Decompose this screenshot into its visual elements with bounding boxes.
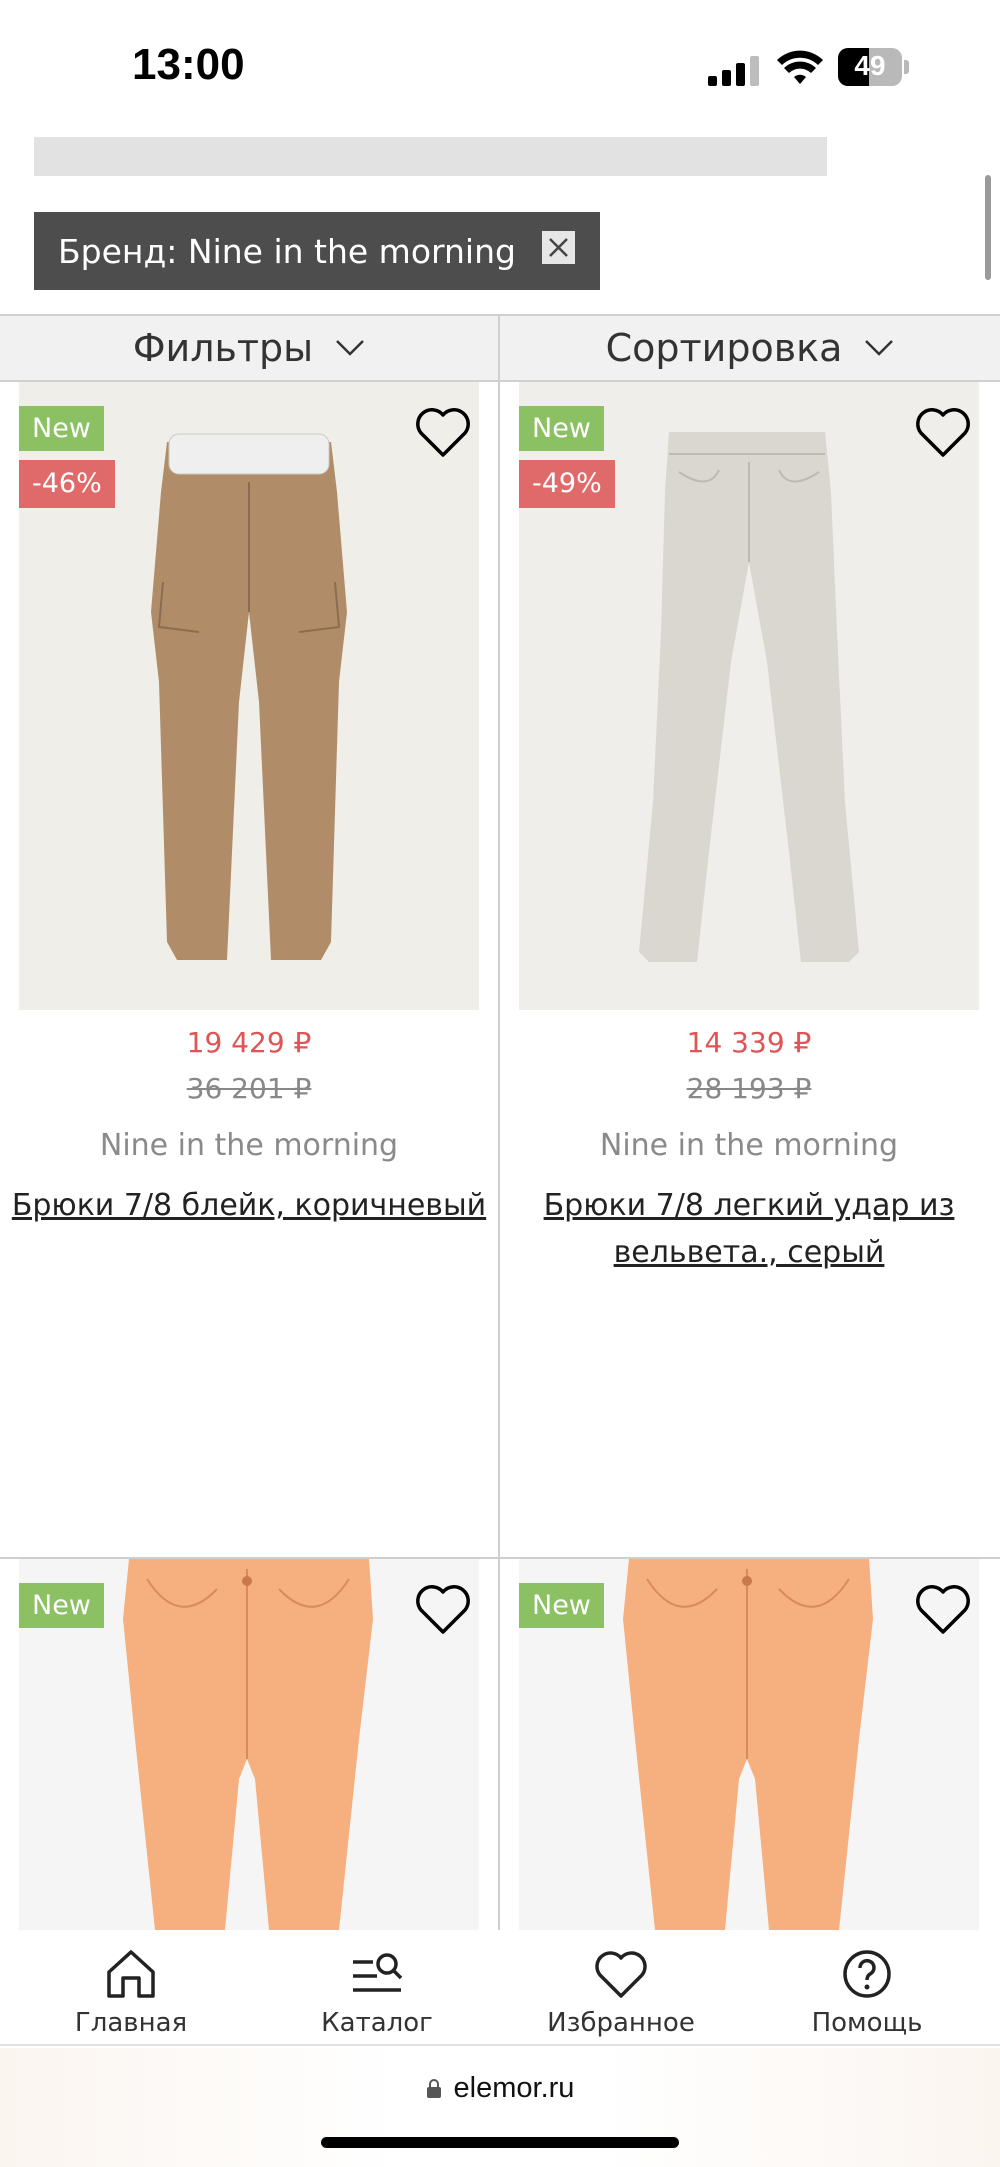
sort-label: Сортировка (605, 326, 843, 370)
filter-sort-bar: Фильтры Сортировка (0, 314, 1000, 382)
discount-badge: -49% (519, 460, 615, 508)
nav-home[interactable]: Главная (31, 1948, 231, 2038)
home-icon (107, 1950, 155, 1998)
status-bar: 13:00 49 (0, 0, 1000, 130)
lock-icon (426, 2079, 441, 2098)
heart-icon[interactable] (914, 1582, 972, 1636)
new-badge: New (519, 406, 604, 451)
heart-icon (595, 1951, 647, 1998)
cellular-signal-icon (708, 56, 760, 86)
wifi-icon (776, 50, 824, 86)
heart-icon[interactable] (914, 405, 972, 459)
battery-icon: 49 (838, 48, 909, 86)
search-placeholder[interactable] (34, 137, 827, 176)
url-display[interactable]: elemor.ru (0, 2072, 1000, 2105)
product-card[interactable]: New (500, 1559, 998, 1930)
nav-help-label: Помощь (811, 2008, 923, 2038)
nav-home-label: Главная (74, 2008, 188, 2038)
sort-button[interactable]: Сортировка (500, 316, 1000, 380)
brand-filter-label: Бренд: Nine in the morning (58, 232, 516, 271)
filters-label: Фильтры (132, 326, 314, 370)
nav-catalog-label: Каталог (321, 2008, 433, 2038)
product-old-price: 36 201 ₽ (186, 1072, 312, 1105)
product-brand: Nine in the morning (99, 1128, 399, 1163)
new-badge: New (19, 406, 104, 451)
nav-favorites-label: Избранное (547, 2008, 695, 2038)
new-badge: New (19, 1583, 104, 1628)
chevron-down-icon (865, 340, 894, 356)
nav-favorites[interactable]: Избранное (521, 1948, 721, 2038)
product-card[interactable]: New -46% 19 429 ₽ 36 201 ₽ Nine in the m… (0, 382, 498, 1557)
heart-icon[interactable] (414, 405, 472, 459)
product-price: 19 429 ₽ (186, 1026, 312, 1059)
brand-filter-chip: Бренд: Nine in the morning (34, 212, 600, 290)
browser-url-bar[interactable]: elemor.ru (0, 2048, 1000, 2167)
nav-help[interactable]: Помощь (767, 1948, 967, 2038)
heart-icon[interactable] (414, 1582, 472, 1636)
product-old-price: 28 193 ₽ (686, 1072, 812, 1105)
product-card[interactable]: New -49% 14 339 ₽ 28 193 ₽ Nine in the m… (500, 382, 998, 1557)
scroll-indicator (985, 175, 991, 280)
nav-catalog[interactable]: Каталог (277, 1948, 477, 2038)
help-icon (843, 1950, 891, 1998)
home-indicator[interactable] (321, 2137, 679, 2148)
filters-button[interactable]: Фильтры (0, 316, 498, 380)
product-price: 14 339 ₽ (686, 1026, 812, 1059)
new-badge: New (519, 1583, 604, 1628)
product-brand: Nine in the morning (599, 1128, 899, 1163)
catalog-search-icon (353, 1953, 403, 1992)
discount-badge: -46% (19, 460, 115, 508)
product-title-link[interactable]: Брюки 7/8 блейк, коричневый (10, 1182, 488, 1229)
product-title-link[interactable]: Брюки 7/8 легкий удар из вельвета., серы… (510, 1182, 988, 1276)
close-icon[interactable] (542, 231, 575, 264)
battery-percent: 49 (854, 50, 886, 81)
status-time: 13:00 (132, 40, 245, 89)
url-text: elemor.ru (453, 2072, 575, 2104)
product-card[interactable]: New (0, 1559, 498, 1930)
bottom-navigation: Главная Каталог Избранное Помощь (0, 1930, 1000, 2046)
chevron-down-icon (336, 340, 365, 356)
